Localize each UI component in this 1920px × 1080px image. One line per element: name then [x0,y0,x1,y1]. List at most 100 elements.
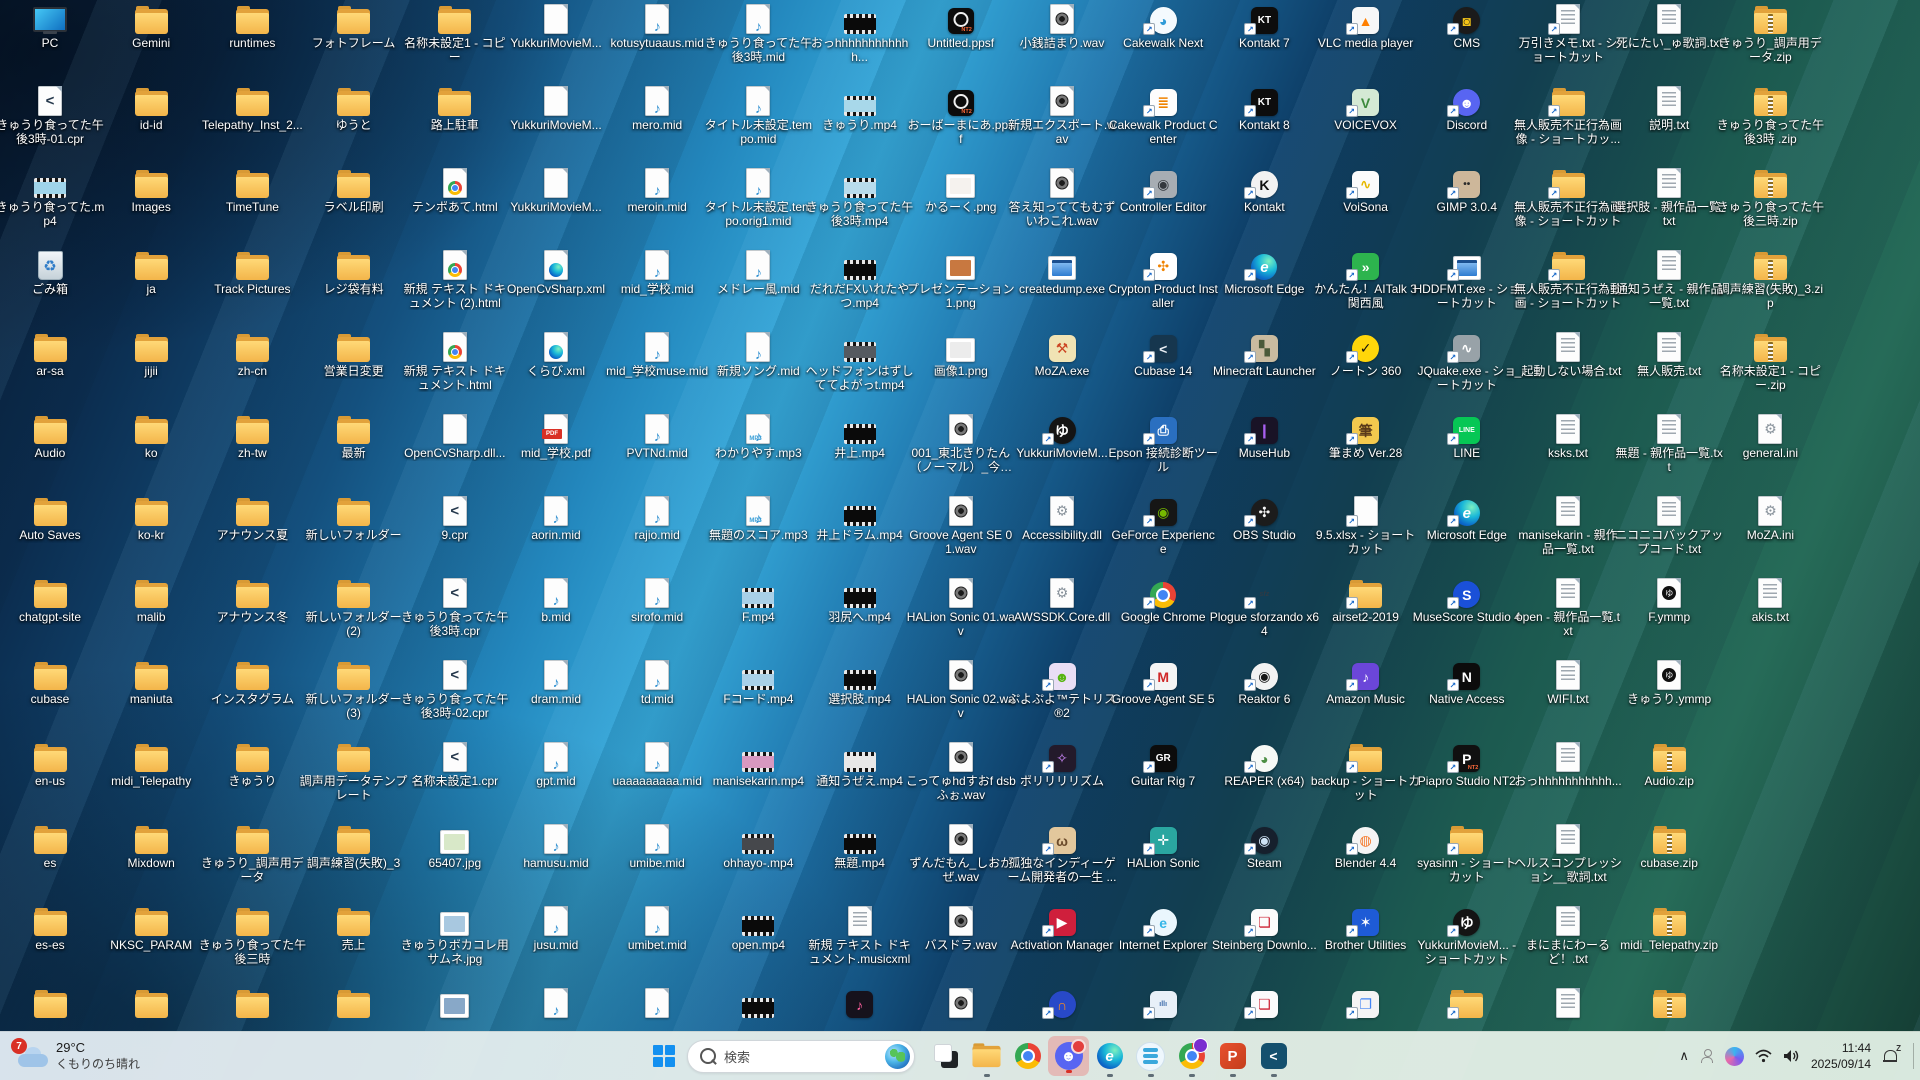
taskbar-app-google-chrome[interactable] [1007,1032,1048,1080]
show-desktop-button[interactable] [1913,1043,1914,1069]
desktop-icon[interactable]: ↗無人販売不正行為動画 - ショートカット [1513,250,1623,310]
desktop-icon[interactable]: cubase.zip [1614,824,1724,871]
desktop-icon[interactable]: ↗syasinn - ショートカット [1412,824,1522,884]
desktop-icon[interactable]: ✣↗Crypton Product Installer [1108,250,1218,310]
desktop-icon[interactable]: S↗MuseScore Studio 4 [1412,578,1522,625]
desktop-icon[interactable]: ◍↗Blender 4.4 [1311,824,1421,871]
desktop-icon[interactable]: Gemini [96,4,206,51]
desktop-icon[interactable]: e↗Internet Explorer [1108,906,1218,953]
desktop-icon[interactable] [197,988,307,1021]
desktop-icon[interactable]: K↗Kontakt [1209,168,1319,215]
desktop-icon[interactable]: フォトフレーム [299,4,409,51]
desktop-icon[interactable]: e↗Microsoft Edge [1209,250,1319,297]
desktop-icon[interactable]: ≣↗Cakewalk Product Center [1108,86,1218,146]
desktop-icon[interactable]: ゆ↗YukkuriMovieM... - ショートカット [1412,906,1522,966]
desktop-icon[interactable] [0,988,105,1021]
desktop-icon[interactable]: 無人販売.txt [1614,332,1724,379]
desktop-icon[interactable]: 井上ドラム.mp4 [805,496,915,543]
tray-clock[interactable]: 11:44 2025/09/14 [1811,1040,1871,1072]
desktop-icon[interactable]: V↗VOICEVOX [1311,86,1421,133]
desktop-icon[interactable]: e↗Microsoft Edge [1412,496,1522,543]
desktop-icon[interactable]: ◕↗REAPER (x64) [1209,742,1319,789]
desktop-icon[interactable]: cubase [0,660,105,707]
desktop-icon[interactable]: ♻ごみ箱 [0,250,105,297]
desktop-icon[interactable]: manisekarin - 親作品一覧.txt [1513,496,1623,556]
desktop-icon[interactable]: 名称未設定1 - コピー [400,4,510,64]
desktop-icon[interactable]: 売上 [299,906,409,953]
desktop-icon[interactable]: 新しいフォルダー (3) [299,660,409,720]
desktop-icon[interactable]: ♪gpt.mid [501,742,611,789]
desktop-icon[interactable]: ↗HDDFMT.exe - ショートカット [1412,250,1522,310]
desktop-icon[interactable]: アナウンス夏 [197,496,307,543]
desktop-icon[interactable]: ∿↗VoiSona [1311,168,1421,215]
desktop-icon[interactable]: NT2Untitled.ppsf [906,4,1016,51]
desktop-icon[interactable]: インスタグラム [197,660,307,707]
desktop-icon[interactable]: ♪ [501,988,611,1021]
desktop-icon[interactable]: ↗airset2-2019 [1311,578,1421,625]
desktop-icon[interactable]: ♪新規ソング.mid [703,332,813,379]
desktop-icon[interactable]: ♪uaaaaaaaaa.mid [602,742,712,789]
search-input[interactable]: 検索 [687,1040,915,1073]
desktop-icon[interactable]: ♪umibe.mid [602,824,712,871]
desktop-icon[interactable]: ksks.txt [1513,414,1623,461]
desktop-icon[interactable] [96,988,206,1021]
desktop-icon[interactable]: ♪kotusytuaaus.mid [602,4,712,51]
desktop-icon[interactable]: akis.txt [1715,578,1825,625]
desktop-icon[interactable]: おっhhhhhhhhhhh... [1513,742,1623,789]
desktop-icon[interactable]: 新しいフォルダー [299,496,409,543]
desktop-icon[interactable]: 最新 [299,414,409,461]
desktop-icon[interactable]: jijii [96,332,206,379]
desktop-icon[interactable]: ヘッドフォンはずしててよがっt.mp4 [805,332,915,392]
desktop-icon[interactable]: manisekarin.mp4 [703,742,813,789]
copilot-icon[interactable] [1725,1047,1744,1066]
desktop-icon[interactable]: きゅうり_調声用データ [197,824,307,884]
desktop-icon[interactable]: ♪ [602,988,712,1021]
desktop-icon[interactable]: midi_Telepathy [96,742,206,789]
desktop-icon[interactable]: ♪MP3わかりやす.mp3 [703,414,813,461]
desktop-icon[interactable]: ゆF.ymmp [1614,578,1724,625]
desktop-icon[interactable]: 新しいフォルダー (2) [299,578,409,638]
desktop-icon[interactable]: ✣↗OBS Studio [1209,496,1319,543]
desktop-icon[interactable]: ▶↗Activation Manager [1007,906,1117,953]
desktop-icon[interactable]: ♪mid_学校.mid [602,250,712,297]
desktop-icon[interactable]: 井上.mp4 [805,414,915,461]
desktop-icon[interactable]: ⎙↗Epson 接続診断ツール [1108,414,1218,474]
desktop-icon[interactable]: 小銭詰まり.wav [1007,4,1117,51]
desktop-icon[interactable]: ❏↗ [1209,988,1319,1021]
desktop-icon[interactable]: OpenCvSharp.dll... [400,414,510,461]
desktop-icon[interactable]: ◉↗Controller Editor [1108,168,1218,215]
desktop-icon[interactable]: ▲↗VLC media player [1311,4,1421,51]
desktop-icon[interactable]: きゅうりボカコレ用サムネ.jpg [400,906,510,966]
desktop-icon[interactable]: きゅうり.mp4 [805,86,915,133]
desktop-icon[interactable]: まにまにわーるど！.txt [1513,906,1623,966]
desktop-icon[interactable]: 羽尻へ.mp4 [805,578,915,625]
desktop-icon[interactable]: 調声用データテンプレート [299,742,409,802]
desktop-icon[interactable]: 新規エクスポート.wav [1007,86,1117,146]
desktop-icon[interactable]: Telepathy_Inst_2... [197,86,307,133]
desktop-icon[interactable]: ♪jusu.mid [501,906,611,953]
desktop-icon[interactable]: 路上駐車 [400,86,510,133]
desktop-icon[interactable]: ♪dram.mid [501,660,611,707]
desktop-icon[interactable]: zh-tw [197,414,307,461]
desktop-icon[interactable]: Auto Saves [0,496,105,543]
desktop-icon[interactable]: ♪sirofo.mid [602,578,712,625]
desktop-icon[interactable]: ゆうと [299,86,409,133]
desktop-icon[interactable] [299,988,409,1021]
desktop-icon[interactable]: »↗かんたん！AITalk 3 関西風 [1311,250,1421,310]
desktop-icon[interactable]: 説明.txt [1614,86,1724,133]
desktop-icon[interactable]: ♪タイトル未設定.tempo.mid [703,86,813,146]
desktop-icon[interactable]: ♪ [805,988,915,1021]
desktop-icon[interactable]: ◉↗GeForce Experience [1108,496,1218,556]
desktop-icon[interactable]: ❙↗MuseHub [1209,414,1319,461]
taskbar-app-microsoft-edge[interactable]: e [1089,1032,1130,1080]
desktop-icon[interactable]: ◉↗Steam [1209,824,1319,871]
wifi-icon[interactable] [1755,1049,1772,1063]
desktop-icon[interactable]: ❐↗ [1311,988,1421,1021]
desktop-icon[interactable]: ⚙general.ini [1715,414,1825,461]
desktop-icon[interactable]: ♪MP3無題のスコア.mp3 [703,496,813,543]
start-button[interactable] [645,1036,683,1076]
desktop-icon[interactable]: ••↗GIMP 3.0.4 [1412,168,1522,215]
desktop-icon[interactable]: es-es [0,906,105,953]
desktop-icon[interactable]: open - 親作品一覧.txt [1513,578,1623,638]
desktop-icon[interactable]: ☻↗Discord [1412,86,1522,133]
